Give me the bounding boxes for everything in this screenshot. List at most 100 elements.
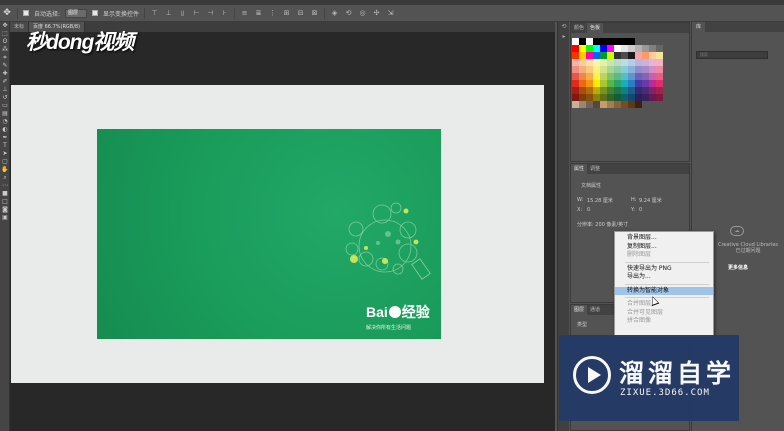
tab-channels[interactable]: 通道 [587,305,603,315]
swatch[interactable] [572,45,579,52]
swatch[interactable] [656,80,663,87]
3d-drag-icon[interactable]: ✣ [372,9,381,18]
swatch[interactable] [593,66,600,73]
y-value[interactable]: 0 [639,207,642,213]
3d-rotate-icon[interactable]: ⟲ [344,9,353,18]
swatch[interactable] [607,87,614,94]
swatch[interactable] [635,52,642,59]
swatch[interactable] [607,59,614,66]
swatch[interactable] [614,87,621,94]
swatch[interactable] [600,87,607,94]
swatch[interactable] [586,80,593,87]
swatch[interactable] [572,87,579,94]
swatch[interactable] [649,94,656,101]
swatch[interactable] [649,45,656,52]
swatch[interactable] [572,59,579,66]
swatch[interactable] [656,87,663,94]
swatch[interactable] [572,101,579,108]
context-menu-item[interactable]: 转换为智能对象 [615,286,713,295]
3d-roll-icon[interactable]: ◎ [358,9,367,18]
swatch[interactable] [586,38,593,45]
context-menu-item[interactable]: 删除图层 [615,251,713,260]
swatch[interactable] [572,52,579,59]
swatch[interactable] [628,52,635,59]
swatch[interactable] [621,38,628,45]
swatch[interactable] [607,52,614,59]
magic-wand-icon[interactable]: ⁂ [0,46,10,54]
swatch[interactable] [607,101,614,108]
swatch[interactable] [586,101,593,108]
swatch[interactable] [642,45,649,52]
distribute-left-icon[interactable]: ⊞ [282,9,291,18]
swatch[interactable] [642,80,649,87]
swatch[interactable] [621,45,628,52]
swatch[interactable] [649,59,656,66]
swatch[interactable] [572,66,579,73]
swatch[interactable] [614,94,621,101]
swatch[interactable] [614,59,621,66]
swatch[interactable] [593,59,600,66]
align-middle-icon[interactable]: ⊥ [164,9,173,18]
tab-libraries[interactable]: 库 [692,22,706,32]
swatch[interactable] [586,52,593,59]
auto-select-checkbox[interactable] [23,10,29,16]
swatch[interactable] [642,59,649,66]
crop-icon[interactable]: ⌗ [0,54,10,62]
swatch[interactable] [656,73,663,80]
swatch[interactable] [656,45,663,52]
swatch[interactable] [642,87,649,94]
swatch[interactable] [642,73,649,80]
swatch[interactable] [635,94,642,101]
swatch[interactable] [572,94,579,101]
context-menu-item[interactable]: 快速导出为 PNG [615,265,713,274]
quick-mask-icon[interactable]: ◙ [0,206,10,214]
auto-select-dropdown[interactable]: 图层 [65,8,88,18]
swatch[interactable] [600,101,607,108]
swatch[interactable] [628,59,635,66]
3d-slide-icon[interactable]: ⇲ [386,9,395,18]
swatch[interactable] [593,52,600,59]
swatch[interactable] [600,45,607,52]
swatch[interactable] [614,52,621,59]
swatch[interactable] [593,73,600,80]
swatch[interactable] [579,59,586,66]
tab-swatches[interactable]: 色板 [587,23,604,33]
swatch[interactable] [628,94,635,101]
swatch[interactable] [600,66,607,73]
swatch[interactable] [621,87,628,94]
swatch[interactable] [607,80,614,87]
swatch[interactable] [586,45,593,52]
eraser-icon[interactable]: ▭ [0,102,10,110]
swatch[interactable] [628,87,635,94]
swatch[interactable] [593,101,600,108]
w-value[interactable]: 15.28 厘米 [587,197,613,204]
swatch[interactable] [593,45,600,52]
more-tools-icon[interactable]: ⋯ [0,182,10,190]
tab-properties[interactable]: 属性 [571,164,588,174]
lasso-icon[interactable]: ʘ [0,38,10,46]
type-icon[interactable]: T [0,142,10,150]
background-color-icon[interactable]: □ [0,198,10,206]
swatch[interactable] [621,66,628,73]
align-top-icon[interactable]: ⊤ [150,9,159,18]
swatch[interactable] [628,101,635,108]
healing-icon[interactable]: ✚ [0,70,10,78]
distribute-h-icon[interactable]: ≣ [254,9,263,18]
layer-filter[interactable]: 类型 [577,321,587,328]
swatch[interactable] [586,66,593,73]
history-icon[interactable]: ⟲ [558,22,570,32]
swatch[interactable] [635,80,642,87]
swatch[interactable] [579,101,586,108]
swatch[interactable] [642,52,649,59]
swatch[interactable] [635,73,642,80]
swatch[interactable] [621,101,628,108]
swatch[interactable] [614,45,621,52]
swatch[interactable] [579,87,586,94]
zoom-icon[interactable]: ⌕ [0,174,10,182]
context-menu-item[interactable]: 复制图层... [615,243,713,252]
swatch[interactable] [656,66,663,73]
swatch[interactable] [593,94,600,101]
tab-color[interactable]: 颜色 [571,23,587,33]
eyedropper-icon[interactable]: ✎ [0,62,10,70]
swatch[interactable] [586,59,593,66]
